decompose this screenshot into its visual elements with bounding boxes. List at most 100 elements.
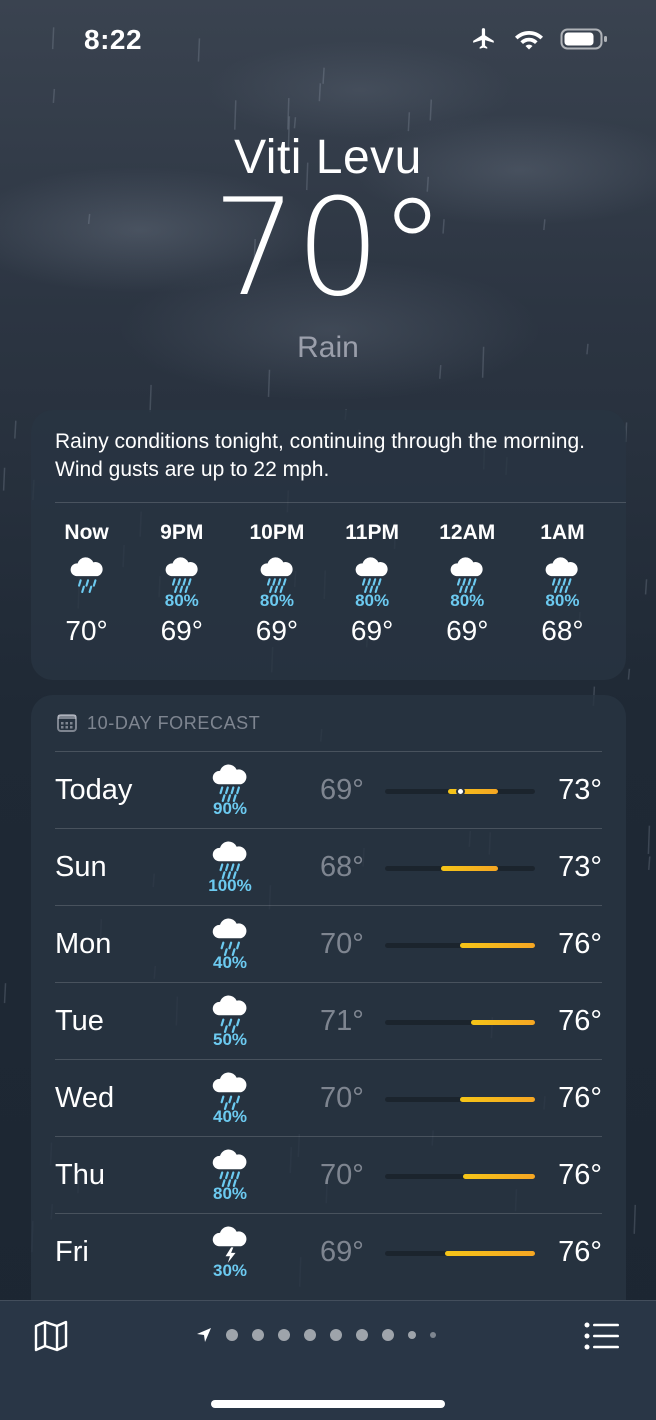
day-low-temp: 69°: [320, 774, 364, 806]
day-name: Tue: [55, 1005, 104, 1037]
forecast-row[interactable]: Wed 40% 70° 76°: [55, 1059, 602, 1136]
divider: [55, 502, 626, 503]
rain-streak: [429, 99, 433, 121]
hour-label: 9PM: [160, 521, 204, 544]
day-icon-wrap: [207, 1147, 253, 1187]
hour-icon-wrap: [134, 555, 229, 593]
day-precip: 50%: [212, 1030, 248, 1049]
cloud-heavy-rain-icon: [450, 557, 483, 593]
page-indicator[interactable]: [196, 1327, 436, 1343]
cloud-heavy-rain-icon: [212, 1149, 247, 1187]
day-high-temp: 76°: [558, 1082, 602, 1114]
hour-label: Now: [64, 521, 109, 544]
page-dot[interactable]: [304, 1329, 316, 1341]
page-dot[interactable]: [382, 1329, 394, 1341]
list-icon: [584, 1322, 619, 1350]
hour-precip: [39, 591, 134, 613]
forecast-row[interactable]: Sun 100% 68° 73°: [55, 828, 602, 905]
current-weather-header: Viti Levu 70° Rain: [0, 130, 656, 365]
day-icon-wrap: [207, 993, 253, 1033]
day-low-temp: 70°: [320, 1159, 364, 1191]
airplane-icon: [473, 28, 494, 49]
page-dot[interactable]: [278, 1329, 290, 1341]
hour-column: 12AM 80% 69°: [420, 521, 515, 647]
forecast-row[interactable]: Today 90% 69° 73°: [55, 751, 602, 828]
day-precip: 40%: [212, 1107, 248, 1126]
temperature-range-bar: [385, 943, 535, 948]
locations-list-button[interactable]: [584, 1321, 620, 1351]
temperature-range-bar: [385, 1174, 535, 1179]
bottom-toolbar: [0, 1300, 656, 1420]
hourly-forecast-card[interactable]: Rainy conditions tonight, continuing thr…: [31, 410, 626, 680]
hour-icon-wrap: [39, 555, 134, 593]
day-precip: 80%: [212, 1184, 248, 1203]
cloud-heavy-rain-icon: [165, 557, 198, 593]
hourly-list[interactable]: Now 70° 9PM 80% 69° 10PM 80% 69° 11PM 80% 69° 12AM 8…: [31, 521, 626, 647]
cloud-heavy-rain-icon: [546, 557, 579, 593]
rain-streak: [149, 384, 152, 413]
page-dot[interactable]: [226, 1329, 238, 1341]
hour-precip: 80%: [545, 591, 580, 610]
hour-label: 1AM: [540, 521, 585, 544]
rain-streak: [647, 825, 651, 854]
cloud-heavy-rain-icon: [355, 557, 388, 593]
current-temperature: 70°: [212, 170, 446, 326]
page-dot[interactable]: [330, 1329, 342, 1341]
current-condition: Rain: [297, 331, 359, 364]
rain-streak: [287, 98, 290, 130]
day-low-temp: 68°: [320, 851, 364, 883]
page-dot[interactable]: [408, 1331, 416, 1339]
rain-streak: [14, 420, 17, 439]
hour-temp: 70°: [65, 615, 108, 646]
cloud-rain-icon: [212, 995, 247, 1033]
day-low-temp: 69°: [320, 1236, 364, 1268]
temperature-range-fill: [470, 1020, 535, 1025]
hour-temp: 69°: [255, 615, 299, 646]
cloud-rain-icon: [212, 1072, 247, 1110]
temperature-range-fill: [463, 1174, 535, 1179]
cloud-heavy-rain-icon: [212, 841, 247, 879]
forecast-row[interactable]: Tue 50% 71° 76°: [55, 982, 602, 1059]
rain-streak: [644, 579, 648, 595]
hour-temp: 69°: [160, 615, 203, 646]
ten-day-forecast-card[interactable]: 10-DAY FORECAST Today 90% 69° 73° Sun 100% 68°…: [31, 695, 626, 1335]
temperature-range-fill: [445, 1251, 535, 1256]
day-name: Today: [55, 774, 133, 806]
forecast-heading-label: 10-DAY FORECAST: [87, 712, 261, 733]
daily-list[interactable]: Today 90% 69° 73° Sun 100% 68° 73° Mon 40% 70° 76° T…: [31, 751, 626, 1290]
hour-column: 1AM 80% 68°: [515, 521, 610, 647]
hour-icon-wrap: [229, 555, 324, 593]
forecast-row[interactable]: Mon 40% 70° 76°: [55, 905, 602, 982]
forecast-row[interactable]: Thu 80% 70° 76°: [55, 1136, 602, 1213]
home-indicator[interactable]: [211, 1400, 445, 1408]
hour-icon-wrap: [420, 555, 515, 593]
day-precip: 90%: [212, 799, 248, 818]
day-name: Fri: [55, 1236, 89, 1268]
rain-streak: [2, 467, 6, 491]
forecast-row[interactable]: Fri 30% 69° 76°: [55, 1213, 602, 1290]
page-dot[interactable]: [430, 1332, 436, 1338]
hour-column: 10PM 80% 69°: [229, 521, 324, 647]
hour-column: 11PM 80% 69°: [325, 521, 420, 647]
page-dot[interactable]: [356, 1329, 368, 1341]
calendar-icon: [57, 714, 77, 732]
day-high-temp: 73°: [558, 774, 602, 806]
day-name: Sun: [55, 851, 107, 883]
rain-streak: [267, 369, 271, 397]
day-icon-wrap: [207, 839, 253, 879]
hour-precip: 80%: [450, 591, 485, 610]
hour-precip: 80%: [164, 591, 199, 610]
status-icons: [470, 26, 608, 52]
day-name: Wed: [55, 1082, 115, 1114]
day-icon-wrap: [207, 762, 253, 802]
temperature-range-fill: [460, 1097, 535, 1102]
page-dot[interactable]: [252, 1329, 264, 1341]
map-button[interactable]: [33, 1318, 69, 1354]
hour-temp: 69°: [446, 615, 489, 646]
status-bar: 8:22: [0, 0, 656, 80]
day-high-temp: 76°: [558, 1159, 602, 1191]
hour-column: Now 70°: [39, 521, 134, 647]
hour-icon-wrap: [325, 555, 420, 593]
hour-label: 11PM: [345, 521, 399, 544]
day-low-temp: 71°: [320, 1005, 364, 1037]
